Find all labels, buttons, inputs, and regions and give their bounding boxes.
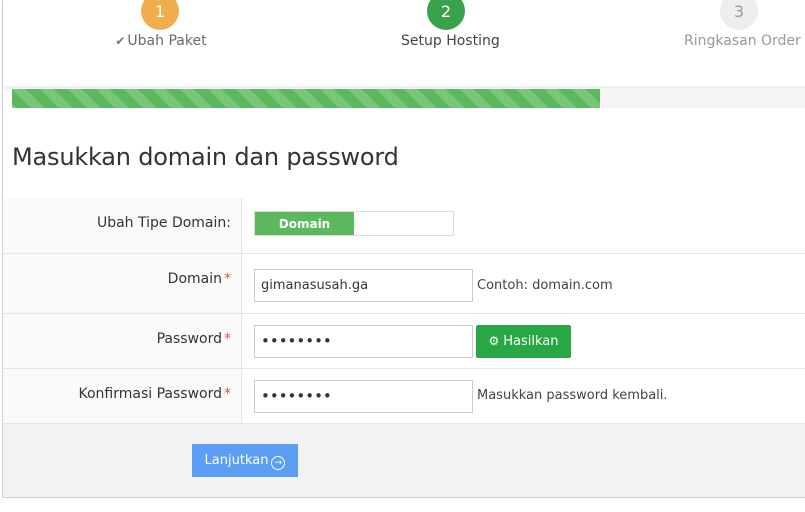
gear-icon: ⚙ <box>488 334 500 348</box>
confirm-password-label: Konfirmasi Password <box>78 386 223 402</box>
domain-type-selected[interactable]: Domain <box>255 212 354 235</box>
arrow-circle-right-icon: → <box>271 456 286 470</box>
step-3-number: 3 <box>720 0 758 30</box>
confirm-password-hint: Masukkan password kembali. <box>477 388 668 403</box>
password-row: Password * •••••••• ⚙ Hasilkan <box>3 314 805 369</box>
confirm-label-wrap: Konfirmasi Password * <box>79 386 232 402</box>
domain-input[interactable]: gimanasusah.ga <box>254 269 473 302</box>
progress-bar <box>12 89 805 108</box>
domain-type-toggle[interactable]: Domain <box>254 211 454 236</box>
step-3: 3 Ringkasan Order <box>684 0 801 49</box>
continue-button[interactable]: Lanjutkan → <box>192 444 298 477</box>
confirm-password-row: Konfirmasi Password * •••••••• Masukkan p… <box>3 369 805 424</box>
form-actions: Lanjutkan → <box>3 423 805 497</box>
progress-fill <box>12 89 600 108</box>
step-2: 2 Setup Hosting <box>401 0 500 49</box>
domain-label: Domain <box>167 271 222 287</box>
continue-label: Lanjutkan <box>204 453 269 468</box>
domain-hint: Contoh: domain.com <box>477 278 613 293</box>
order-steps: 1 ✔ Ubah Paket 2 Setup Hosting 3 Ringkasa… <box>0 0 805 90</box>
domain-label-wrap: Domain * <box>168 271 231 287</box>
step-1[interactable]: 1 ✔ Ubah Paket <box>110 0 210 49</box>
step-2-label: Setup Hosting <box>401 33 500 49</box>
password-label: Password <box>156 331 222 347</box>
step-2-number: 2 <box>427 0 465 30</box>
step-1-label: Ubah Paket <box>127 33 207 49</box>
step-3-label: Ringkasan Order <box>684 33 801 49</box>
generate-password-label: Hasilkan <box>503 334 559 349</box>
required-marker: * <box>224 331 231 347</box>
generate-password-button[interactable]: ⚙ Hasilkan <box>476 325 571 358</box>
required-marker: * <box>224 271 231 287</box>
domain-type-label: Ubah Tipe Domain: <box>96 215 231 231</box>
page-title: Masukkan domain dan password <box>12 143 399 171</box>
confirm-password-input[interactable]: •••••••• <box>254 380 473 413</box>
step-1-label-wrap: ✔ Ubah Paket <box>110 33 210 49</box>
password-input[interactable]: •••••••• <box>254 325 473 358</box>
check-icon: ✔ <box>115 34 126 48</box>
domain-row: Domain * gimanasusah.ga Contoh: domain.co… <box>3 254 805 314</box>
setup-form: Ubah Tipe Domain: Domain Domain * gimanas… <box>3 198 805 424</box>
password-label-wrap: Password * <box>157 331 231 347</box>
step-1-number: 1 <box>141 0 179 30</box>
required-marker: * <box>224 386 231 402</box>
domain-type-row: Ubah Tipe Domain: Domain <box>3 198 805 254</box>
